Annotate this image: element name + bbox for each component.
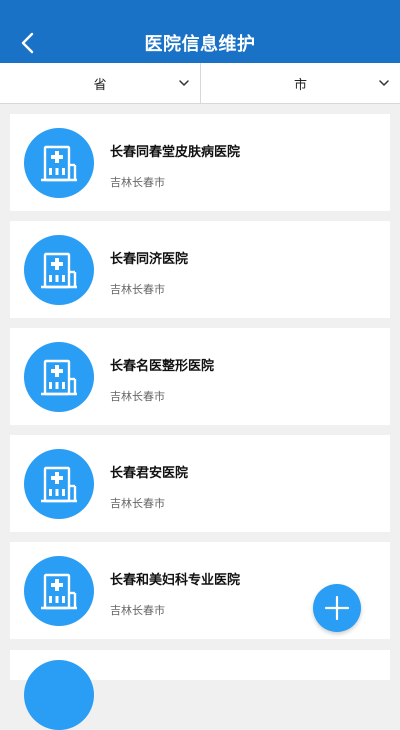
hospital-card[interactable]: 长春同济医院 吉林长春市 xyxy=(10,221,390,318)
hospital-region: 吉林长春市 xyxy=(110,283,165,296)
hospital-building-icon xyxy=(41,145,77,182)
hospital-avatar xyxy=(24,449,94,519)
hospital-region: 吉林长春市 xyxy=(110,497,165,510)
hospital-card[interactable]: 长春君安医院 吉林长春市 xyxy=(10,435,390,532)
province-dropdown[interactable]: 省 xyxy=(0,63,200,103)
hospital-list: 长春同春堂皮肤病医院 吉林长春市 长春同济医院 吉林长春市 长春名医整形医院 吉… xyxy=(10,114,390,649)
plus-icon xyxy=(324,595,350,621)
app-header: 医院信息维护 xyxy=(0,0,400,63)
hospital-region: 吉林长春市 xyxy=(110,390,165,403)
province-label: 省 xyxy=(93,77,107,93)
city-label: 市 xyxy=(293,77,307,93)
hospital-name: 长春同春堂皮肤病医院 xyxy=(110,145,241,160)
chevron-down-icon xyxy=(179,80,189,86)
hospital-region: 吉林长春市 xyxy=(110,604,165,617)
hospital-avatar xyxy=(24,128,94,198)
filter-bar: 省 市 xyxy=(0,63,400,104)
hospital-building-icon xyxy=(41,252,77,289)
chevron-down-icon xyxy=(379,80,389,86)
hospital-avatar xyxy=(24,556,94,626)
hospital-building-icon xyxy=(41,466,77,503)
hospital-name: 长春同济医院 xyxy=(110,252,189,267)
hospital-name: 长春和美妇科专业医院 xyxy=(110,573,241,588)
page-title: 医院信息维护 xyxy=(144,34,256,55)
hospital-building-icon xyxy=(41,359,77,396)
hospital-card-partial[interactable] xyxy=(10,650,390,730)
hospital-card[interactable]: 长春同春堂皮肤病医院 吉林长春市 xyxy=(10,114,390,211)
hospital-card[interactable]: 长春名医整形医院 吉林长春市 xyxy=(10,328,390,425)
hospital-building-icon xyxy=(41,573,77,610)
hospital-name: 长春君安医院 xyxy=(110,466,189,481)
city-dropdown[interactable]: 市 xyxy=(200,63,400,103)
hospital-avatar xyxy=(24,235,94,305)
hospital-avatar xyxy=(24,342,94,412)
hospital-name: 长春名医整形医院 xyxy=(110,359,215,374)
add-hospital-button[interactable] xyxy=(313,584,361,632)
hospital-region: 吉林长春市 xyxy=(110,176,165,189)
hospital-avatar xyxy=(24,660,94,730)
